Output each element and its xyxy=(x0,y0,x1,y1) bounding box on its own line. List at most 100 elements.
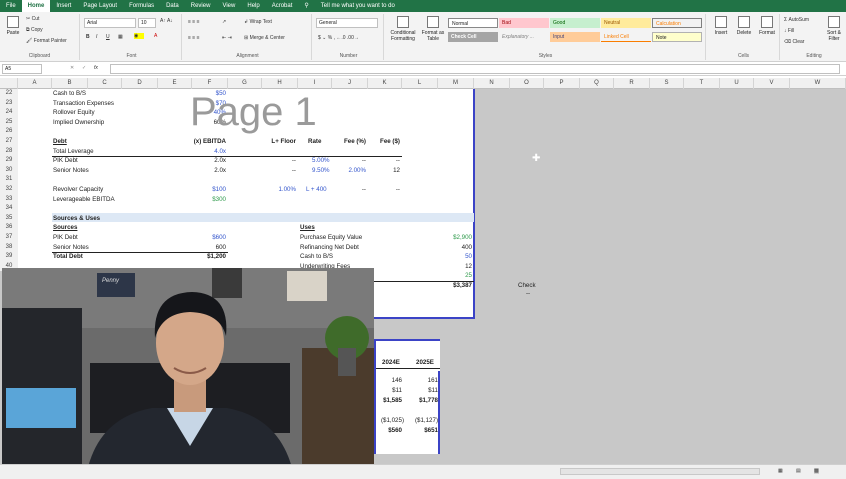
wrap-text-button[interactable]: ↲ Wrap Text xyxy=(244,19,272,25)
cell[interactable]: -- xyxy=(262,156,296,166)
cell[interactable]: Senior Notes xyxy=(53,243,89,253)
cell[interactable]: L + 400 xyxy=(306,185,327,195)
cell[interactable]: 25 xyxy=(430,271,472,281)
cell[interactable]: PIK Debt xyxy=(53,156,78,166)
cell[interactable]: $1,585 xyxy=(378,396,402,406)
horizontal-scrollbar[interactable] xyxy=(560,468,760,475)
year-header[interactable]: 2024E xyxy=(382,358,400,368)
cell[interactable]: -- xyxy=(368,185,400,195)
cell[interactable]: $560 xyxy=(378,426,402,436)
col-header[interactable]: C xyxy=(88,78,122,89)
cell[interactable]: $600 xyxy=(190,233,226,243)
col-header[interactable]: F xyxy=(192,78,228,89)
sort-filter-button[interactable]: Sort & Filter xyxy=(822,16,846,42)
cell[interactable]: 50 xyxy=(430,252,472,262)
style-good[interactable]: Good xyxy=(550,18,600,28)
cell[interactable]: L+ Floor xyxy=(262,137,296,147)
cell[interactable]: Purchase Equity Value xyxy=(300,233,362,243)
delete-cells-button[interactable]: Delete xyxy=(733,16,755,36)
col-header[interactable]: W xyxy=(790,78,846,89)
cell[interactable]: Refinancing Net Debt xyxy=(300,243,359,253)
accounting-icon[interactable]: $ ⌄ % , ←.0 .00→ xyxy=(318,35,359,41)
cell[interactable]: 1.00% xyxy=(262,185,296,195)
cell[interactable]: $300 xyxy=(196,195,226,205)
style-check-cell[interactable]: Check Cell xyxy=(448,32,498,42)
cell[interactable]: Cash to B/S xyxy=(300,252,333,262)
autosum-button[interactable]: Σ AutoSum xyxy=(784,17,809,23)
cell[interactable]: -- xyxy=(332,156,366,166)
tab-insert[interactable]: Insert xyxy=(50,0,77,12)
col-header[interactable]: R xyxy=(614,78,650,89)
cell[interactable]: Sources xyxy=(53,223,77,233)
style-note[interactable]: Note xyxy=(652,32,702,42)
tab-acrobat[interactable]: Acrobat xyxy=(266,0,299,12)
cell[interactable]: 146 xyxy=(378,376,402,386)
cell[interactable]: -- xyxy=(262,166,296,176)
col-header[interactable]: H xyxy=(262,78,298,89)
col-header[interactable]: B xyxy=(52,78,88,89)
style-bad[interactable]: Bad xyxy=(499,18,549,28)
cell[interactable]: Senior Notes xyxy=(53,166,89,176)
name-box[interactable]: A5 xyxy=(2,64,42,74)
cell[interactable]: 600 xyxy=(190,243,226,253)
cell[interactable]: 12 xyxy=(430,262,472,272)
col-header[interactable]: D xyxy=(122,78,158,89)
cell[interactable]: ($1,025) xyxy=(376,416,404,426)
fill-button[interactable]: ↓ Fill xyxy=(784,28,794,34)
cell[interactable]: $651 xyxy=(412,426,438,436)
cell[interactable]: (x) EBITDA xyxy=(180,137,226,147)
style-neutral[interactable]: Neutral xyxy=(601,18,651,28)
style-input[interactable]: Input xyxy=(550,32,600,42)
year-header[interactable]: 2025E xyxy=(416,358,434,368)
check-value[interactable]: -- xyxy=(526,289,530,299)
col-header[interactable]: L xyxy=(402,78,438,89)
indent-icon[interactable]: ⇤ ⇥ xyxy=(222,35,232,41)
style-linked-cell[interactable]: Linked Cell xyxy=(601,32,651,42)
col-header[interactable]: O xyxy=(510,78,544,89)
cell[interactable]: Revolver Capacity xyxy=(53,185,103,195)
cell[interactable]: PIK Debt xyxy=(53,233,78,243)
col-header[interactable]: V xyxy=(754,78,790,89)
cell[interactable]: 400 xyxy=(430,243,472,253)
col-header[interactable]: N xyxy=(474,78,510,89)
tab-file[interactable]: File xyxy=(0,0,22,12)
cell[interactable]: Transaction Expenses xyxy=(53,99,114,109)
cell[interactable]: 161 xyxy=(412,376,438,386)
merge-center-button[interactable]: ⊞ Merge & Center xyxy=(244,35,285,41)
cell[interactable]: 2.0x xyxy=(196,156,226,166)
col-header[interactable]: Q xyxy=(580,78,614,89)
font-grow-icon[interactable]: A↑ A↓ xyxy=(160,18,173,24)
cell[interactable]: 5.00% xyxy=(312,156,330,166)
col-header[interactable]: S xyxy=(650,78,684,89)
clear-button[interactable]: ⌫ Clear xyxy=(784,39,804,45)
cell[interactable]: $11 xyxy=(412,386,438,396)
col-header[interactable]: T xyxy=(684,78,720,89)
copy-button[interactable]: ⧉ Copy xyxy=(26,27,43,33)
formula-input[interactable] xyxy=(110,64,840,74)
bold-button[interactable]: B xyxy=(86,34,90,40)
italic-button[interactable]: I xyxy=(96,34,97,40)
cell[interactable]: Fee (%) xyxy=(332,137,366,147)
tell-me-search-icon[interactable]: ⚲ xyxy=(298,0,314,12)
cell[interactable]: Leverageable EBITDA xyxy=(53,195,115,205)
tab-page-layout[interactable]: Page Layout xyxy=(77,0,123,12)
col-header[interactable]: P xyxy=(544,78,580,89)
cell[interactable]: Rate xyxy=(308,137,321,147)
format-cells-button[interactable]: Format xyxy=(756,16,778,36)
paste-button[interactable]: Paste xyxy=(2,16,24,36)
cell[interactable]: $2,900 xyxy=(430,233,472,243)
font-color-icon[interactable]: A xyxy=(154,33,157,39)
col-header[interactable]: J xyxy=(332,78,368,89)
cell[interactable]: 12 xyxy=(368,166,400,176)
underline-button[interactable]: U xyxy=(106,34,110,40)
top-align-icon[interactable]: ≡ ≡ ≡ xyxy=(188,19,200,25)
borders-icon[interactable]: ▦ xyxy=(118,34,123,40)
tab-formulas[interactable]: Formulas xyxy=(123,0,160,12)
col-header[interactable]: K xyxy=(368,78,402,89)
cell[interactable]: -- xyxy=(332,185,366,195)
cancel-icon[interactable]: ✕ xyxy=(70,65,74,71)
tab-review[interactable]: Review xyxy=(185,0,217,12)
tab-home[interactable]: Home xyxy=(21,0,51,12)
print-page-2[interactable]: 2024E 2025E 146 161 $11 $11 $1,585 $1,77… xyxy=(374,339,440,454)
tab-data[interactable]: Data xyxy=(160,0,185,12)
